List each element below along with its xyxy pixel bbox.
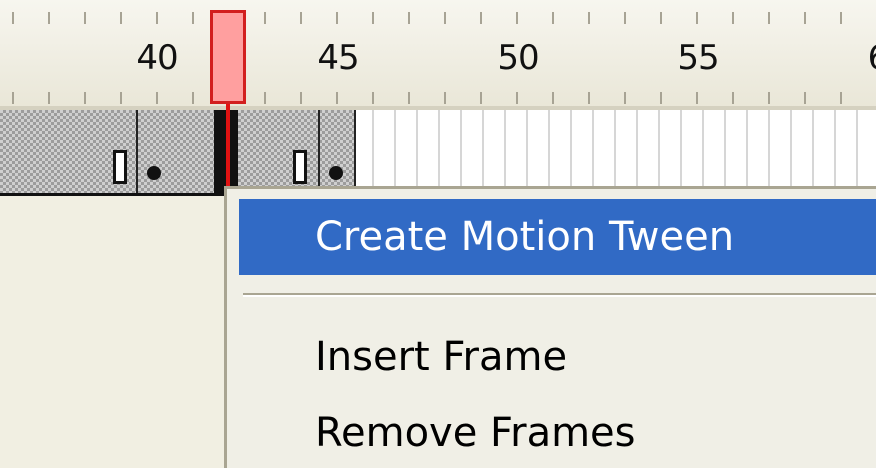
menu-separator — [243, 293, 876, 297]
context-menu: Create Motion Tween Insert Frame Remove … — [224, 186, 876, 468]
ruler-tick — [300, 92, 302, 104]
ruler-tick — [660, 92, 662, 104]
ruler-tick — [408, 92, 410, 104]
empty-keyframe-icon[interactable] — [293, 150, 307, 184]
ruler-number-45: 45 — [317, 38, 359, 78]
ruler-tick — [624, 92, 626, 104]
ruler-tick — [480, 12, 482, 24]
ruler-tick — [840, 92, 842, 104]
ruler-tick — [660, 12, 662, 24]
ruler-tick — [336, 92, 338, 104]
keyframe-dot-icon[interactable] — [147, 166, 161, 180]
ruler-tick — [552, 92, 554, 104]
keyframe-dot-icon[interactable] — [329, 166, 343, 180]
ruler-tick — [444, 12, 446, 24]
ruler-tick — [588, 12, 590, 24]
ruler-tick — [84, 12, 86, 24]
ruler-tick — [732, 12, 734, 24]
ruler-number-55: 55 — [677, 38, 719, 78]
frame-span-end — [354, 110, 356, 196]
timeline-ruler[interactable]: 40 45 50 55 6 — [0, 0, 876, 110]
ruler-tick — [84, 92, 86, 104]
ruler-tick — [696, 92, 698, 104]
ruler-number-60-partial: 6 — [868, 38, 876, 78]
ruler-tick — [408, 12, 410, 24]
frame-divider — [318, 110, 320, 196]
ruler-tick — [264, 12, 266, 24]
ruler-number-40: 40 — [136, 38, 178, 78]
ruler-tick — [516, 12, 518, 24]
menu-item-insert-frame[interactable]: Insert Frame — [239, 319, 876, 395]
ruler-tick — [552, 12, 554, 24]
menu-item-create-motion-tween[interactable]: Create Motion Tween — [239, 199, 876, 275]
layer-frames-row[interactable] — [0, 110, 876, 196]
ruler-tick — [696, 12, 698, 24]
ruler-tick — [48, 12, 50, 24]
ruler-number-50: 50 — [497, 38, 539, 78]
ruler-tick — [336, 12, 338, 24]
frame-span-before-playhead[interactable] — [0, 110, 214, 196]
ruler-tick — [156, 92, 158, 104]
playhead-line — [226, 104, 230, 196]
ruler-tick — [624, 12, 626, 24]
ruler-tick — [12, 92, 14, 104]
playhead-marker[interactable] — [210, 10, 246, 104]
empty-keyframe-icon[interactable] — [113, 150, 127, 184]
ruler-tick — [840, 12, 842, 24]
ruler-tick — [264, 92, 266, 104]
ruler-tick — [372, 12, 374, 24]
ruler-tick — [480, 92, 482, 104]
ruler-tick — [444, 92, 446, 104]
ruler-tick — [156, 12, 158, 24]
ruler-tick — [120, 12, 122, 24]
ruler-tick — [804, 12, 806, 24]
ruler-tick — [48, 92, 50, 104]
ruler-tick — [372, 92, 374, 104]
ruler-tick — [804, 92, 806, 104]
ruler-tick — [768, 92, 770, 104]
ruler-tick — [192, 92, 194, 104]
ruler-tick — [120, 92, 122, 104]
menu-item-remove-frames[interactable]: Remove Frames — [239, 395, 876, 468]
ruler-tick — [12, 12, 14, 24]
ruler-tick — [588, 92, 590, 104]
ruler-tick — [300, 12, 302, 24]
ruler-tick — [768, 12, 770, 24]
ruler-tick — [516, 92, 518, 104]
frame-divider — [136, 110, 138, 196]
ruler-tick — [192, 12, 194, 24]
ruler-tick — [732, 92, 734, 104]
frames-baseline — [0, 193, 226, 196]
